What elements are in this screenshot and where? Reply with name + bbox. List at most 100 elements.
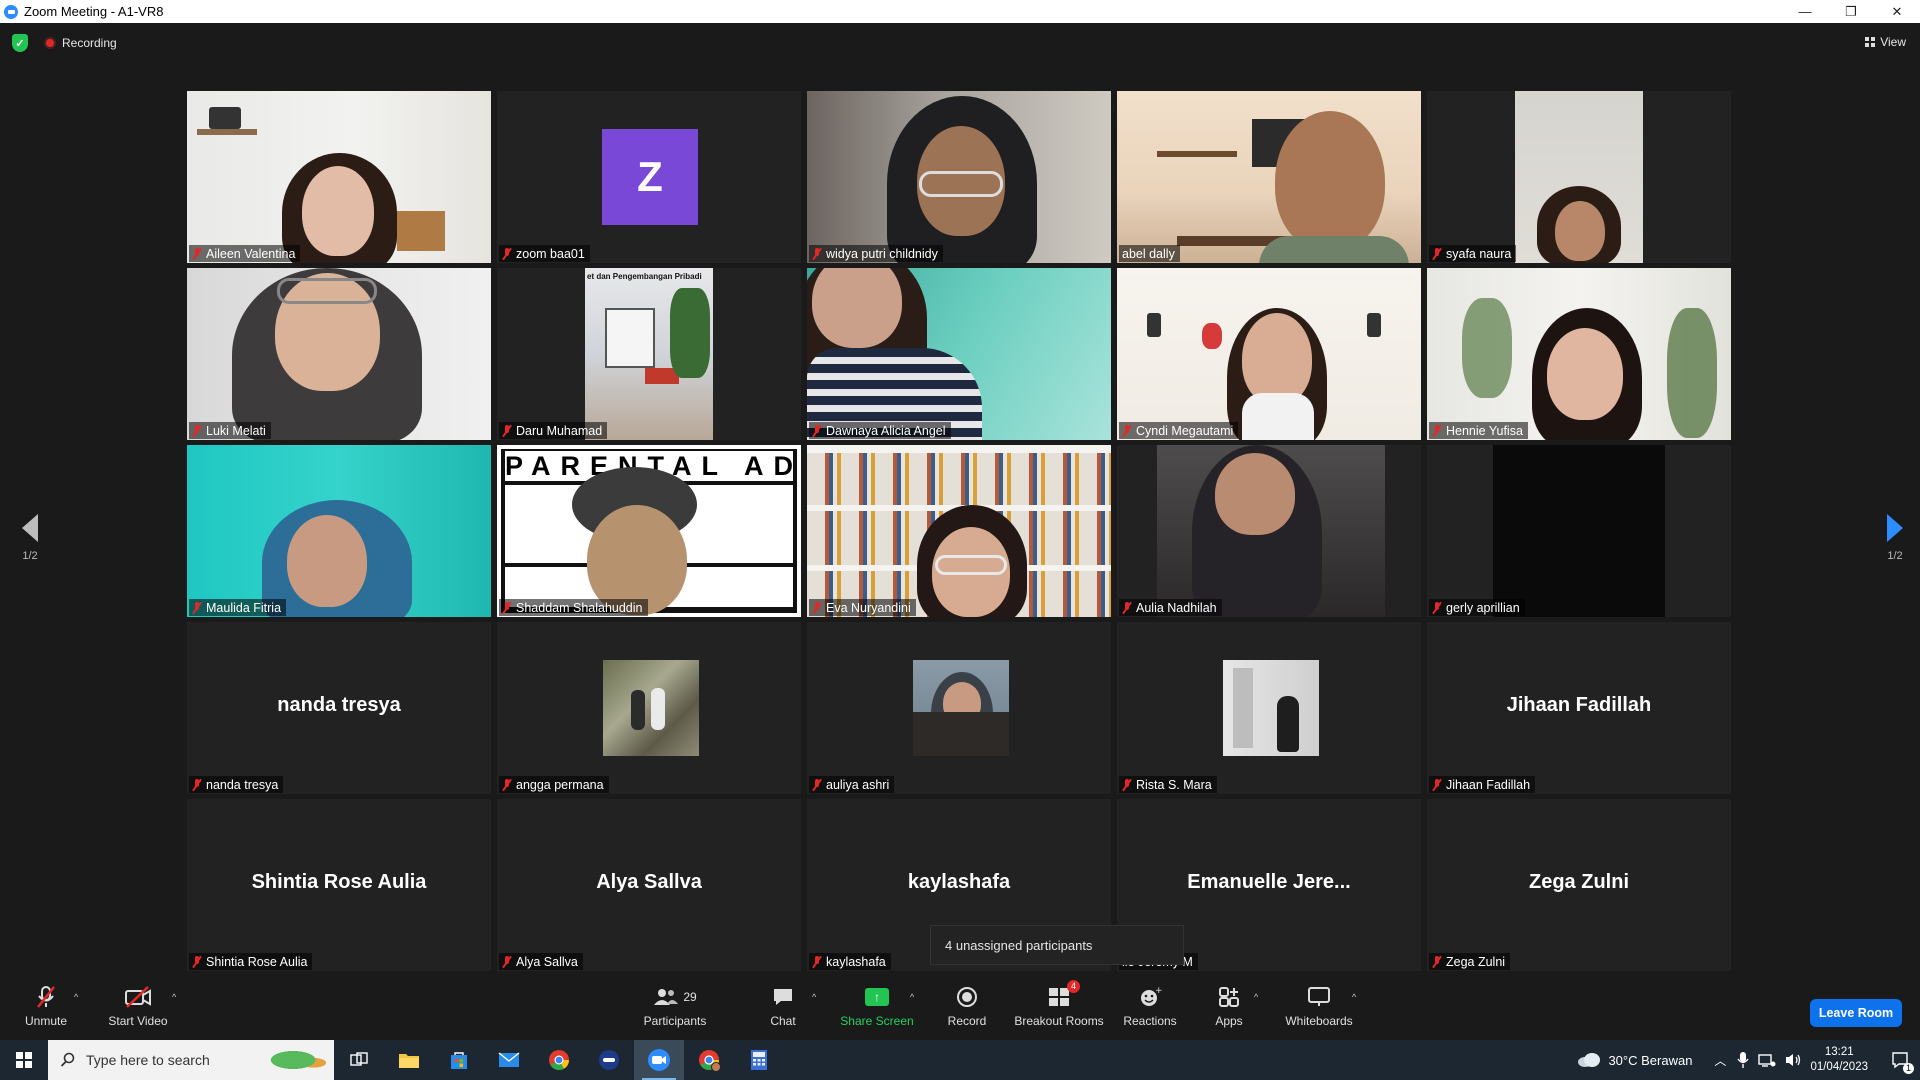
video-options-caret[interactable]: ^ bbox=[172, 992, 176, 1002]
share-screen-label: Share Screen bbox=[840, 1014, 914, 1028]
next-page-button[interactable]: 1/2 bbox=[1875, 514, 1915, 562]
participant-display-name: Shintia Rose Aulia bbox=[251, 871, 427, 893]
taskbar-clock[interactable]: 13:21 01/04/2023 bbox=[1810, 1045, 1868, 1075]
close-button[interactable]: ✕ bbox=[1874, 0, 1920, 23]
participant-nametag: Jihaan Fadillah bbox=[1429, 776, 1536, 793]
page-indicator-right: 1/2 bbox=[1887, 550, 1903, 562]
previous-page-button[interactable]: 1/2 bbox=[10, 514, 50, 562]
participant-tile[interactable]: auliya ashri bbox=[807, 622, 1111, 794]
participant-tile[interactable]: Dawnaya Alicia Angel bbox=[807, 268, 1111, 440]
taskbar-zoom[interactable] bbox=[634, 1040, 684, 1080]
participant-name: abel dally bbox=[1122, 246, 1175, 261]
clock-time: 13:21 bbox=[1824, 1046, 1854, 1058]
reactions-button[interactable]: + Reactions bbox=[1122, 984, 1178, 1028]
show-hidden-icons-chevron-icon[interactable]: ︿ bbox=[1714, 1052, 1726, 1069]
taskbar-mail[interactable] bbox=[484, 1040, 534, 1080]
participant-tile[interactable]: angga permana bbox=[497, 622, 801, 794]
participant-tile[interactable]: Jihaan Fadillah Jihaan Fadillah bbox=[1427, 622, 1731, 794]
participant-tile[interactable]: PARENTAL ADVISORY Shaddam Shalahuddin bbox=[497, 445, 801, 617]
weather-text[interactable]: 30°C Berawan bbox=[1608, 1053, 1692, 1068]
participant-tile[interactable]: Maulida Fitria bbox=[187, 445, 491, 617]
participant-video bbox=[187, 91, 491, 263]
calculator-icon bbox=[751, 1050, 767, 1070]
participants-button[interactable]: 29 Participants bbox=[640, 984, 710, 1028]
participant-nametag: abel dally bbox=[1119, 245, 1180, 262]
participant-display-name: Jihaan Fadillah bbox=[1506, 694, 1652, 716]
participant-tile[interactable]: Aulia Nadhilah bbox=[1117, 445, 1421, 617]
participant-nametag: Cyndi Megautami bbox=[1119, 422, 1239, 439]
participant-tile[interactable]: Alya Sallva Alya Sallva bbox=[497, 799, 801, 971]
encryption-shield-icon[interactable]: ✓ bbox=[12, 34, 28, 52]
recording-indicator[interactable]: Recording bbox=[44, 36, 117, 50]
participant-video bbox=[1117, 91, 1421, 263]
view-button[interactable]: View bbox=[1865, 35, 1906, 49]
leave-room-button[interactable]: Leave Room bbox=[1810, 999, 1902, 1027]
taskbar-search[interactable]: Type here to search bbox=[48, 1040, 334, 1080]
participant-tile[interactable]: gerly aprillian bbox=[1427, 445, 1731, 617]
svg-text:+: + bbox=[1155, 986, 1162, 996]
record-button[interactable]: Record bbox=[942, 984, 992, 1028]
network-icon[interactable] bbox=[1758, 1052, 1776, 1068]
participant-tile[interactable]: Z zoom baa01 bbox=[497, 91, 801, 263]
participant-tile[interactable]: Hennie Yufisa bbox=[1427, 268, 1731, 440]
reactions-label: Reactions bbox=[1123, 1014, 1177, 1028]
taskbar-app-circle[interactable] bbox=[584, 1040, 634, 1080]
participant-name: Daru Muhamad bbox=[516, 423, 603, 438]
notification-center-button[interactable]: 1 bbox=[1880, 1040, 1920, 1080]
muted-mic-icon bbox=[1122, 601, 1132, 614]
participant-tile[interactable]: Rista S. Mara bbox=[1117, 622, 1421, 794]
unmute-button[interactable]: Unmute bbox=[20, 984, 72, 1028]
task-view-button[interactable] bbox=[334, 1040, 384, 1080]
muted-mic-icon bbox=[502, 778, 512, 791]
taskbar-calculator[interactable] bbox=[734, 1040, 784, 1080]
taskbar-store[interactable] bbox=[434, 1040, 484, 1080]
breakout-badge: 4 bbox=[1066, 980, 1080, 993]
unmute-label: Unmute bbox=[24, 1014, 68, 1028]
chat-options-caret[interactable]: ^ bbox=[812, 992, 816, 1002]
breakout-rooms-button[interactable]: 4 Breakout Rooms bbox=[1012, 980, 1106, 1028]
whiteboards-button[interactable]: Whiteboards bbox=[1284, 984, 1354, 1028]
participant-tile[interactable]: nanda tresya nanda tresya bbox=[187, 622, 491, 794]
participant-tile[interactable]: syafa naura bbox=[1427, 91, 1731, 263]
participant-video: et dan Pengembangan Pribadi bbox=[585, 268, 713, 440]
apps-button[interactable]: Apps bbox=[1212, 984, 1246, 1028]
participant-video: PARENTAL ADVISORY bbox=[497, 445, 801, 617]
volume-icon[interactable] bbox=[1784, 1052, 1802, 1068]
participant-tile-active-speaker[interactable]: abel dally bbox=[1117, 91, 1421, 263]
participant-name: Aulia Nadhilah bbox=[1136, 600, 1217, 615]
audio-options-caret[interactable]: ^ bbox=[74, 992, 78, 1002]
participant-tile[interactable]: Aileen Valentina bbox=[187, 91, 491, 263]
participant-nametag: Alya Sallva bbox=[499, 953, 583, 970]
participant-tile[interactable]: Zega Zulni Zega Zulni bbox=[1427, 799, 1731, 971]
tray-microphone-icon[interactable] bbox=[1736, 1051, 1750, 1069]
zoom-icon bbox=[648, 1049, 670, 1071]
apps-options-caret[interactable]: ^ bbox=[1254, 992, 1258, 1002]
participant-nametag: angga permana bbox=[499, 776, 609, 793]
taskbar-chrome-profile[interactable] bbox=[684, 1040, 734, 1080]
participant-nametag: gerly aprillian bbox=[1429, 599, 1525, 616]
share-options-caret[interactable]: ^ bbox=[910, 992, 914, 1002]
start-video-button[interactable]: Start Video bbox=[104, 984, 172, 1028]
muted-mic-icon bbox=[1432, 601, 1442, 614]
participant-video bbox=[187, 268, 491, 440]
whiteboards-options-caret[interactable]: ^ bbox=[1352, 992, 1356, 1002]
minimize-button[interactable]: — bbox=[1782, 0, 1828, 23]
participant-tile[interactable]: widya putri childnidy bbox=[807, 91, 1111, 263]
participant-tile[interactable]: et dan Pengembangan Pribadi Daru Muhamad bbox=[497, 268, 801, 440]
participant-tile[interactable]: Eva Nuryandini bbox=[807, 445, 1111, 617]
participant-nametag: Hennie Yufisa bbox=[1429, 422, 1528, 439]
participant-nametag: Luki Melati bbox=[189, 422, 271, 439]
participant-tile[interactable]: Cyndi Megautami bbox=[1117, 268, 1421, 440]
start-button[interactable] bbox=[0, 1040, 48, 1080]
participant-tile[interactable]: Luki Melati bbox=[187, 268, 491, 440]
share-screen-button[interactable]: ↑ Share Screen bbox=[838, 984, 916, 1028]
participant-video bbox=[807, 268, 1111, 440]
participant-nametag: zoom baa01 bbox=[499, 245, 590, 262]
participant-tile[interactable]: Shintia Rose Aulia Shintia Rose Aulia bbox=[187, 799, 491, 971]
taskbar-file-explorer[interactable] bbox=[384, 1040, 434, 1080]
restore-button[interactable]: ❐ bbox=[1828, 0, 1874, 23]
taskbar-chrome[interactable] bbox=[534, 1040, 584, 1080]
chat-button[interactable]: Chat bbox=[760, 984, 806, 1028]
clock-date: 01/04/2023 bbox=[1810, 1061, 1868, 1073]
windows-logo-icon bbox=[16, 1052, 32, 1068]
